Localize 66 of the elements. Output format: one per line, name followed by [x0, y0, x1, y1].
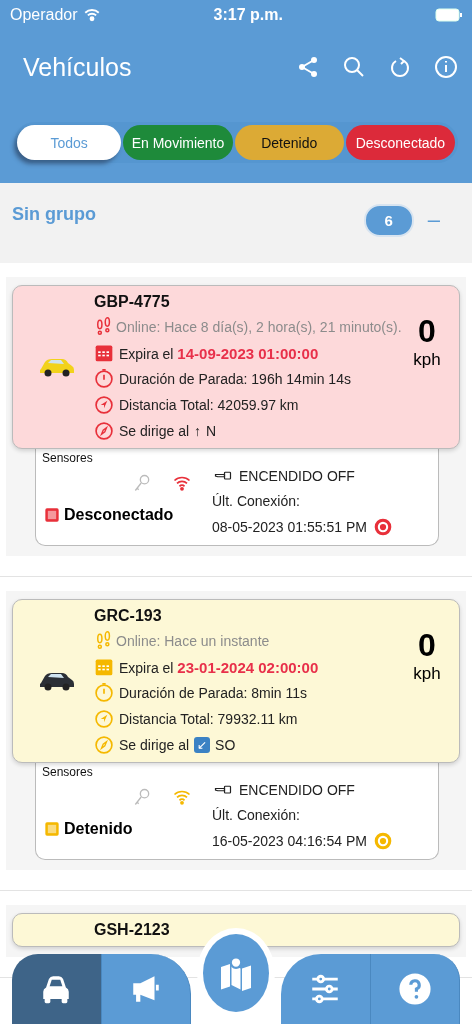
- nav-tab[interactable]: [281, 954, 371, 1024]
- online-status: Online: Hace un instante: [116, 633, 270, 649]
- online-status: Online: Hace 8 día(s), 2 hora(s), 21 minuto(s).: [116, 319, 402, 335]
- plate-number: GRC-193: [94, 607, 163, 625]
- calendar-icon: [94, 657, 114, 677]
- carrier-name: Operador: [10, 6, 78, 24]
- location-target-icon: [372, 517, 393, 537]
- key-icon: [132, 787, 152, 807]
- help-icon: [397, 972, 432, 1006]
- stop-duration: Duración de Parada: 8min 11s: [119, 685, 308, 701]
- sensors-label: Sensores: [42, 765, 94, 779]
- speed-value: 0: [418, 627, 436, 664]
- sensors-label: Sensores: [42, 451, 94, 465]
- ignition-status: ENCENDIDO OFF: [239, 782, 355, 798]
- nav-tab[interactable]: [370, 954, 460, 1024]
- filter-tab[interactable]: En Movimiento: [123, 125, 233, 160]
- total-distance: Distancia Total: 42059.97 km: [119, 397, 299, 413]
- map-icon: [218, 955, 254, 991]
- refresh-icon[interactable]: [388, 55, 412, 79]
- speed-unit: kph: [413, 350, 441, 370]
- connection-state: Detenido: [64, 820, 133, 838]
- chip-icon: [42, 505, 62, 525]
- expiry-text: Expira el 23-01-2024 02:00:00: [119, 658, 319, 676]
- search-icon[interactable]: [342, 55, 366, 79]
- info-icon[interactable]: [434, 55, 458, 79]
- navigation-icon: [94, 395, 114, 415]
- total-distance: Distancia Total: 79932.11 km: [119, 711, 298, 727]
- plate-number: GSH-2123: [94, 921, 171, 939]
- heading-arrow: ↑: [194, 423, 202, 439]
- page-title: Vehículos: [23, 52, 132, 82]
- ignition-status: ENCENDIDO OFF: [239, 468, 355, 484]
- heading-text: Se dirige al: [119, 737, 190, 753]
- compass-icon: [94, 421, 114, 441]
- nav-tab[interactable]: [101, 954, 191, 1024]
- speed-unit: kph: [413, 664, 441, 684]
- stopwatch-icon: [94, 683, 114, 703]
- battery-icon: [435, 8, 462, 22]
- count-badge: 6: [363, 203, 414, 237]
- last-connection-time: 16-05-2023 04:16:54 PM: [212, 833, 367, 849]
- filter-tab[interactable]: Desconectado: [345, 125, 455, 160]
- vehicle-card[interactable]: GSH-2123: [12, 913, 460, 947]
- nav-tab[interactable]: [12, 954, 102, 1024]
- heading-direction: N: [206, 423, 217, 439]
- plate-number: GBP-4775: [94, 293, 171, 311]
- last-connection-label: Últ. Conexión:: [212, 807, 301, 823]
- group-name: Sin grupo: [12, 203, 96, 225]
- chip-icon: [42, 819, 62, 839]
- key-icon: [132, 473, 152, 493]
- location-target-icon: [372, 831, 393, 851]
- heading-text: Se dirige al: [119, 423, 190, 439]
- last-connection-time: 08-05-2023 01:55:51 PM: [212, 519, 367, 535]
- stop-duration: Duración de Parada: 196h 14min 14s: [119, 371, 351, 387]
- connection-state: Desconectado: [64, 506, 174, 524]
- heading-direction: SO: [215, 737, 236, 753]
- speed-value: 0: [418, 313, 436, 350]
- vehicle-card[interactable]: GRC-193 Online: Hace un instante Expira el 23-01-2024 02:00:00 Duración de Parada: 8min 11s Distancia Total: 79932.11 km Se dirige al ↙ SO 0 kph: [12, 599, 460, 763]
- calendar-icon: [94, 343, 114, 363]
- clock: 3:17 p.m.: [213, 6, 283, 24]
- share-icon[interactable]: [296, 55, 320, 79]
- last-connection-label: Últ. Conexión:: [212, 493, 301, 509]
- stopwatch-icon: [94, 369, 114, 389]
- navigation-icon: [94, 709, 114, 729]
- compass-icon: [94, 735, 114, 755]
- filter-tab[interactable]: Detenido: [234, 125, 344, 160]
- expiry-text: Expira el 14-09-2023 01:00:00: [119, 344, 319, 362]
- vehicle-card[interactable]: GBP-4775 Online: Hace 8 día(s), 2 hora(s), 21 minuto(s). Expira el 14-09-2023 01:00:00 Duración de Parada: 196h 14min 14s Distancia Total: 42059.97 km Se dirige al ↑ N 0 kph: [12, 285, 460, 449]
